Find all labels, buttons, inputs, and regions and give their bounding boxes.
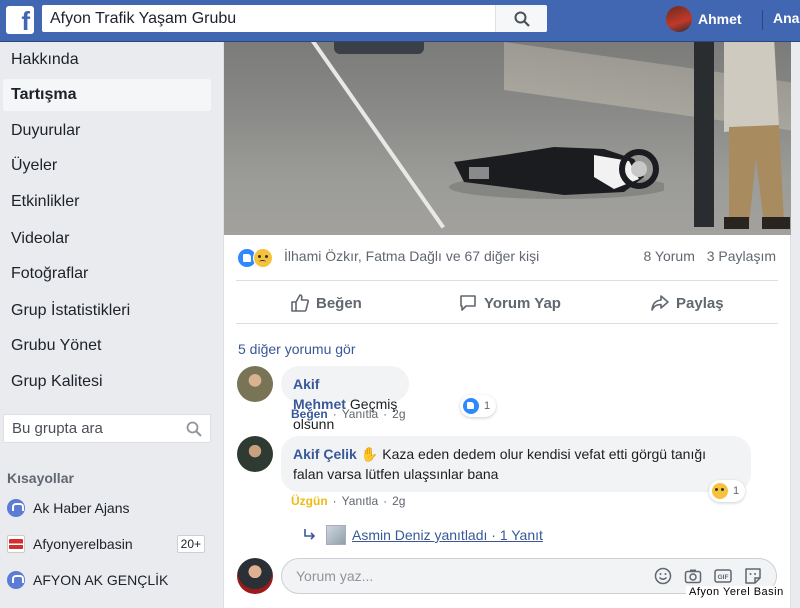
shortcut-item[interactable]: Afyonyerelbasin 20+ <box>7 532 207 556</box>
group-sidebar: Hakkında Tartışma Duyurular Üyeler Etkin… <box>0 42 222 608</box>
gif-icon[interactable]: GIF <box>714 567 732 585</box>
hand-icon: ✋ <box>360 446 379 462</box>
reply-arrow-icon <box>304 529 316 540</box>
comment-icon <box>460 295 476 311</box>
group-icon <box>7 499 25 517</box>
sidebar-item-group-insights[interactable]: Grup İstatistikleri <box>3 295 211 327</box>
global-search <box>42 5 547 32</box>
avatar[interactable] <box>237 558 273 594</box>
comment-reaction-count[interactable]: 1 <box>709 480 746 502</box>
sidebar-item-about[interactable]: Hakkında <box>3 44 211 76</box>
sidebar-item-members[interactable]: Üyeler <box>3 150 211 182</box>
emoji-icon[interactable] <box>654 567 672 585</box>
notification-badge: 20+ <box>176 535 205 553</box>
comment-reaction-label[interactable]: Üzgün <box>291 494 328 508</box>
sidebar-item-announcements[interactable]: Duyurular <box>3 115 211 147</box>
sticker-icon[interactable] <box>744 567 762 585</box>
page-logo-icon <box>7 535 25 553</box>
facebook-logo-icon[interactable]: f <box>6 6 34 34</box>
photo-car <box>334 42 424 54</box>
separator: · <box>383 494 388 508</box>
comment-author[interactable]: Akif Çelik <box>293 446 357 462</box>
divider <box>762 10 763 30</box>
comment-button[interactable]: Yorum Yap <box>458 281 561 325</box>
shortcut-label: Ak Haber Ajans <box>33 500 130 516</box>
avatar[interactable] <box>237 366 273 402</box>
shortcut-label: Afyonyerelbasin <box>33 536 133 552</box>
avatar <box>326 525 346 545</box>
reaction-icons[interactable] <box>237 248 281 268</box>
reply-link[interactable]: Yanıtla <box>342 407 378 421</box>
view-more-comments-link[interactable]: 5 diğer yorumu gör <box>238 341 356 357</box>
reactions-summary: İlhami Özkır, Fatma Dağlı ve 67 diğer ki… <box>224 242 791 274</box>
share-button[interactable]: Paylaş <box>650 281 724 325</box>
share-icon <box>651 295 669 311</box>
comment-input[interactable] <box>282 559 622 593</box>
profile-name: Ahmet <box>698 11 742 27</box>
svg-text:GIF: GIF <box>718 574 729 581</box>
home-link[interactable]: Ana <box>773 10 799 26</box>
like-button[interactable]: Beğen <box>290 281 362 325</box>
post-counts: 8 Yorum 3 Paylaşım <box>635 248 776 264</box>
top-navigation-bar: f Ahmet Ana <box>0 0 800 42</box>
separator: · <box>332 407 337 421</box>
shortcut-item[interactable]: AFYON AK GENÇLİK <box>7 568 207 592</box>
camera-icon[interactable] <box>684 567 702 585</box>
shortcuts-title: Kısayollar <box>7 470 74 486</box>
group-search <box>3 414 211 443</box>
shortcut-item[interactable]: Ak Haber Ajans <box>7 496 207 520</box>
comment-meta: Üzgün · Yanıtla · 2g <box>291 494 405 508</box>
like-button-label: Beğen <box>316 294 362 312</box>
comment-time[interactable]: 2g <box>392 494 405 508</box>
sad-icon <box>253 248 273 268</box>
reaction-count-value: 1 <box>484 400 491 412</box>
composer-tools: GIF <box>654 567 762 585</box>
comment-time[interactable]: 2g <box>392 407 405 421</box>
sad-icon <box>712 483 728 499</box>
search-icon <box>514 11 530 27</box>
comment-count[interactable]: 8 Yorum <box>643 248 694 264</box>
comment-reaction-count[interactable]: 1 <box>460 395 497 417</box>
sidebar-item-videos[interactable]: Videolar <box>3 223 211 255</box>
like-icon <box>463 398 479 414</box>
comment-button-label: Yorum Yap <box>484 294 561 312</box>
group-icon <box>7 571 25 589</box>
comment-reaction-label[interactable]: Beğen <box>291 407 328 421</box>
comment-meta: Beğen · Yanıtla · 2g <box>291 407 406 421</box>
photo-person <box>694 42 790 229</box>
separator: · <box>383 407 388 421</box>
replies-summary: Asmin Deniz yanıtladı · 1 Yanıt <box>352 527 543 543</box>
photo-scooter <box>449 147 664 199</box>
share-count[interactable]: 3 Paylaşım <box>707 248 776 264</box>
sidebar-item-events[interactable]: Etkinlikler <box>3 186 211 218</box>
thumbs-up-icon <box>291 294 309 312</box>
reply-link[interactable]: Yanıtla <box>342 494 378 508</box>
replies-link[interactable]: Asmin Deniz yanıtladı · 1 Yanıt <box>302 524 543 546</box>
sidebar-item-discussion[interactable]: Tartışma <box>3 79 211 111</box>
avatar <box>666 6 692 32</box>
search-icon[interactable] <box>186 421 202 437</box>
group-search-input[interactable] <box>4 415 174 442</box>
profile-link[interactable]: Ahmet <box>666 5 742 33</box>
comment-bubble: Akif Çelik ✋ Kaza eden dedem olur kendisi … <box>281 436 751 492</box>
sidebar-item-manage-group[interactable]: Grubu Yönet <box>3 330 211 362</box>
photo-road-line <box>304 42 445 229</box>
avatar[interactable] <box>237 436 273 472</box>
post-card: İlhami Özkır, Fatma Dağlı ve 67 diğer ki… <box>223 42 791 608</box>
shortcut-label: AFYON AK GENÇLİK <box>33 572 169 588</box>
watermark: Afyon Yerel Basin <box>686 586 787 598</box>
separator: · <box>332 494 337 508</box>
post-photo[interactable] <box>224 42 791 235</box>
sidebar-item-photos[interactable]: Fotoğraflar <box>3 258 211 290</box>
global-search-input[interactable] <box>42 5 502 32</box>
reaction-names[interactable]: İlhami Özkır, Fatma Dağlı ve 67 diğer ki… <box>284 248 539 264</box>
sidebar-item-group-quality[interactable]: Grup Kalitesi <box>3 366 211 398</box>
post-action-bar: Beğen Yorum Yap Paylaş <box>236 280 778 324</box>
comment-bubble: Akif Mehmet Geçmiş olsunn <box>281 366 410 432</box>
search-button[interactable] <box>495 5 547 32</box>
reaction-count-value: 1 <box>733 485 740 497</box>
share-button-label: Paylaş <box>676 294 724 312</box>
